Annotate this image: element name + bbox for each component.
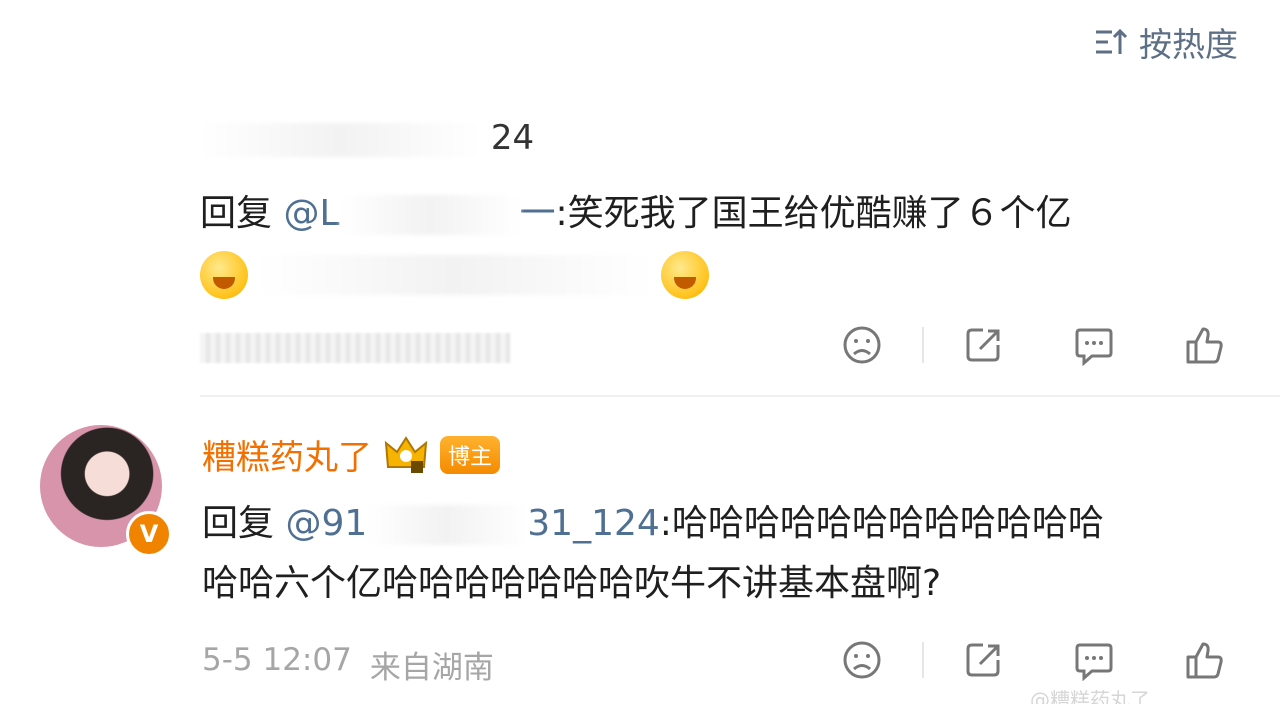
sad-face-icon bbox=[843, 641, 881, 679]
sort-icon bbox=[1096, 28, 1128, 54]
comment2-text: 回复 @91 31_124:哈哈哈哈哈哈哈哈哈哈哈哈 哈哈六个亿哈哈哈哈哈哈哈吹牛… bbox=[202, 503, 1104, 604]
dislike-button[interactable] bbox=[830, 638, 894, 682]
reply-button[interactable] bbox=[1062, 323, 1126, 367]
divider bbox=[922, 327, 924, 363]
comment1-mention[interactable]: @L 一 bbox=[283, 193, 556, 235]
comment-date: 5-5 12:07 bbox=[202, 642, 352, 678]
blurred-text bbox=[259, 255, 650, 295]
sort-label: 按热度 bbox=[1139, 25, 1238, 64]
blogger-badge: 博主 bbox=[440, 435, 501, 474]
comment-icon bbox=[1075, 328, 1113, 366]
share-icon bbox=[966, 328, 1000, 362]
smirk-emoji-icon bbox=[200, 251, 248, 299]
comment2-mention[interactable]: @91 31_124 bbox=[285, 503, 660, 545]
crown-level-icon bbox=[384, 435, 428, 473]
blurred-username bbox=[200, 122, 480, 157]
comment2-meta: 5-5 12:07 来自湖南 bbox=[202, 642, 494, 687]
comment-icon bbox=[1075, 643, 1113, 681]
comment-location: 来自湖南 bbox=[369, 650, 494, 686]
comment1-username[interactable]: 24 bbox=[200, 118, 534, 158]
comment1-text: 回复 @L 一:笑死我了国王给优酷赚了６个亿 bbox=[200, 184, 1210, 304]
like-button[interactable] bbox=[1172, 323, 1236, 367]
blurred-mention bbox=[339, 195, 520, 235]
comment1-meta-blurred bbox=[200, 333, 510, 363]
share-icon bbox=[966, 643, 1000, 677]
comment-divider bbox=[200, 395, 1280, 397]
verified-badge-icon: V bbox=[126, 511, 172, 557]
sort-by-hot-button[interactable]: 按热度 bbox=[1093, 18, 1238, 66]
thumbs-up-icon bbox=[1186, 327, 1223, 364]
reply-button[interactable] bbox=[1062, 638, 1126, 682]
share-button[interactable] bbox=[952, 638, 1016, 682]
like-button[interactable] bbox=[1172, 638, 1236, 682]
watermark: @糟糕药丸了 bbox=[1030, 688, 1150, 704]
comment1-actions bbox=[830, 323, 1236, 367]
share-button[interactable] bbox=[952, 323, 1016, 367]
dislike-button[interactable] bbox=[830, 323, 894, 367]
comment2-user: 糟糕药丸了 博主 bbox=[202, 430, 501, 479]
sad-face-icon bbox=[843, 326, 881, 364]
laugh-cry-emoji-icon bbox=[660, 251, 709, 299]
blurred-mention bbox=[367, 505, 528, 545]
comment2-username[interactable]: 糟糕药丸了 bbox=[202, 430, 372, 479]
thumbs-up-icon bbox=[1186, 642, 1223, 679]
comment2-actions bbox=[830, 638, 1236, 682]
divider bbox=[922, 642, 924, 678]
